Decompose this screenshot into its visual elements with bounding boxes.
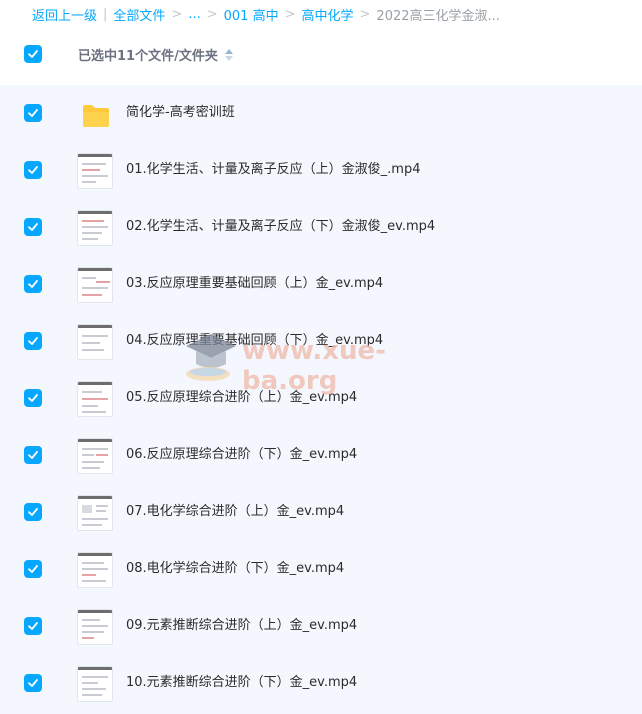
breadcrumb-separator: >	[284, 6, 296, 22]
video-thumbnail	[77, 609, 113, 645]
list-item[interactable]: 10.元素推断综合进阶（下）金_ev.mp4	[0, 655, 642, 712]
select-all-checkbox[interactable]	[24, 45, 42, 63]
sort-toggle-icon[interactable]	[223, 48, 235, 62]
selection-header: 已选中11个文件/文件夹	[0, 28, 642, 80]
list-item[interactable]: 09.元素推断综合进阶（上）金_ev.mp4	[0, 598, 642, 655]
row-checkbox[interactable]	[24, 617, 42, 635]
video-thumbnail	[77, 666, 113, 702]
check-icon	[28, 166, 38, 174]
row-checkbox[interactable]	[24, 218, 42, 236]
breadcrumb-current-folder: 2022高三化学金淑...	[376, 8, 500, 24]
check-icon	[28, 622, 38, 630]
check-icon	[28, 394, 38, 402]
breadcrumb-separator: >	[359, 6, 371, 22]
file-name[interactable]: 04.反应原理重要基础回顾（下）金_ev.mp4	[126, 332, 383, 350]
list-item[interactable]: 05.反应原理综合进阶（上）金_ev.mp4	[0, 370, 642, 427]
check-icon	[28, 109, 38, 117]
row-checkbox[interactable]	[24, 560, 42, 578]
file-name[interactable]: 09.元素推断综合进阶（上）金_ev.mp4	[126, 617, 357, 635]
list-item[interactable]: 06.反应原理综合进阶（下）金_ev.mp4	[0, 427, 642, 484]
list-item[interactable]: 07.电化学综合进阶（上）金_ev.mp4	[0, 484, 642, 541]
video-thumbnail	[77, 381, 113, 417]
breadcrumb-all-files[interactable]: 全部文件	[113, 5, 165, 24]
selected-count-label: 已选中11个文件/文件夹	[78, 48, 218, 64]
check-icon	[28, 337, 38, 345]
video-thumbnail	[77, 153, 113, 189]
video-thumbnail	[77, 210, 113, 246]
check-icon	[28, 679, 38, 687]
file-name[interactable]: 08.电化学综合进阶（下）金_ev.mp4	[126, 560, 344, 578]
file-name[interactable]: 01.化学生活、计量及离子反应（上）金淑俊_.mp4	[126, 161, 421, 179]
video-thumbnail	[77, 438, 113, 474]
row-checkbox[interactable]	[24, 503, 42, 521]
file-name[interactable]: 05.反应原理综合进阶（上）金_ev.mp4	[126, 389, 357, 407]
breadcrumb-separator: >	[206, 6, 218, 22]
file-name[interactable]: 02.化学生活、计量及离子反应（下）金淑俊_ev.mp4	[126, 218, 435, 236]
list-item[interactable]: 08.电化学综合进阶（下）金_ev.mp4	[0, 541, 642, 598]
row-checkbox[interactable]	[24, 446, 42, 464]
video-thumbnail	[77, 324, 113, 360]
list-item[interactable]: 03.反应原理重要基础回顾（上）金_ev.mp4	[0, 256, 642, 313]
row-checkbox[interactable]	[24, 332, 42, 350]
folder-icon	[83, 105, 109, 127]
file-name[interactable]: 03.反应原理重要基础回顾（上）金_ev.mp4	[126, 275, 383, 293]
check-icon	[28, 508, 38, 516]
file-list: 简化学-高考密训班 01.化学生活、计量及离子反应（上）金淑俊_.mp4 02.…	[0, 85, 642, 714]
row-checkbox[interactable]	[24, 104, 42, 122]
check-icon	[28, 565, 38, 573]
check-icon	[28, 451, 38, 459]
file-name[interactable]: 10.元素推断综合进阶（下）金_ev.mp4	[126, 674, 357, 692]
file-name[interactable]: 07.电化学综合进阶（上）金_ev.mp4	[126, 503, 344, 521]
breadcrumb: 返回上一级 | 全部文件 > ... > 001 高中 > 高中化学 > 202…	[0, 0, 642, 28]
breadcrumb-ellipsis[interactable]: ...	[188, 7, 200, 22]
list-item[interactable]: 简化学-高考密训班	[0, 85, 642, 142]
row-checkbox[interactable]	[24, 674, 42, 692]
row-checkbox[interactable]	[24, 389, 42, 407]
breadcrumb-high-school[interactable]: 001 高中	[224, 5, 279, 24]
row-checkbox[interactable]	[24, 161, 42, 179]
video-thumbnail	[77, 495, 113, 531]
check-icon	[28, 223, 38, 231]
breadcrumb-chemistry[interactable]: 高中化学	[302, 5, 354, 24]
breadcrumb-divider: |	[103, 6, 108, 22]
check-icon	[28, 50, 38, 58]
check-icon	[28, 280, 38, 288]
list-item[interactable]: 02.化学生活、计量及离子反应（下）金淑俊_ev.mp4	[0, 199, 642, 256]
row-checkbox[interactable]	[24, 275, 42, 293]
file-name[interactable]: 06.反应原理综合进阶（下）金_ev.mp4	[126, 446, 357, 464]
video-thumbnail	[77, 552, 113, 588]
breadcrumb-back-link[interactable]: 返回上一级	[32, 5, 97, 24]
list-item[interactable]: 01.化学生活、计量及离子反应（上）金淑俊_.mp4	[0, 142, 642, 199]
breadcrumb-separator: >	[171, 6, 183, 22]
list-item[interactable]: 04.反应原理重要基础回顾（下）金_ev.mp4	[0, 313, 642, 370]
video-thumbnail	[77, 267, 113, 303]
file-name[interactable]: 简化学-高考密训班	[126, 104, 235, 122]
